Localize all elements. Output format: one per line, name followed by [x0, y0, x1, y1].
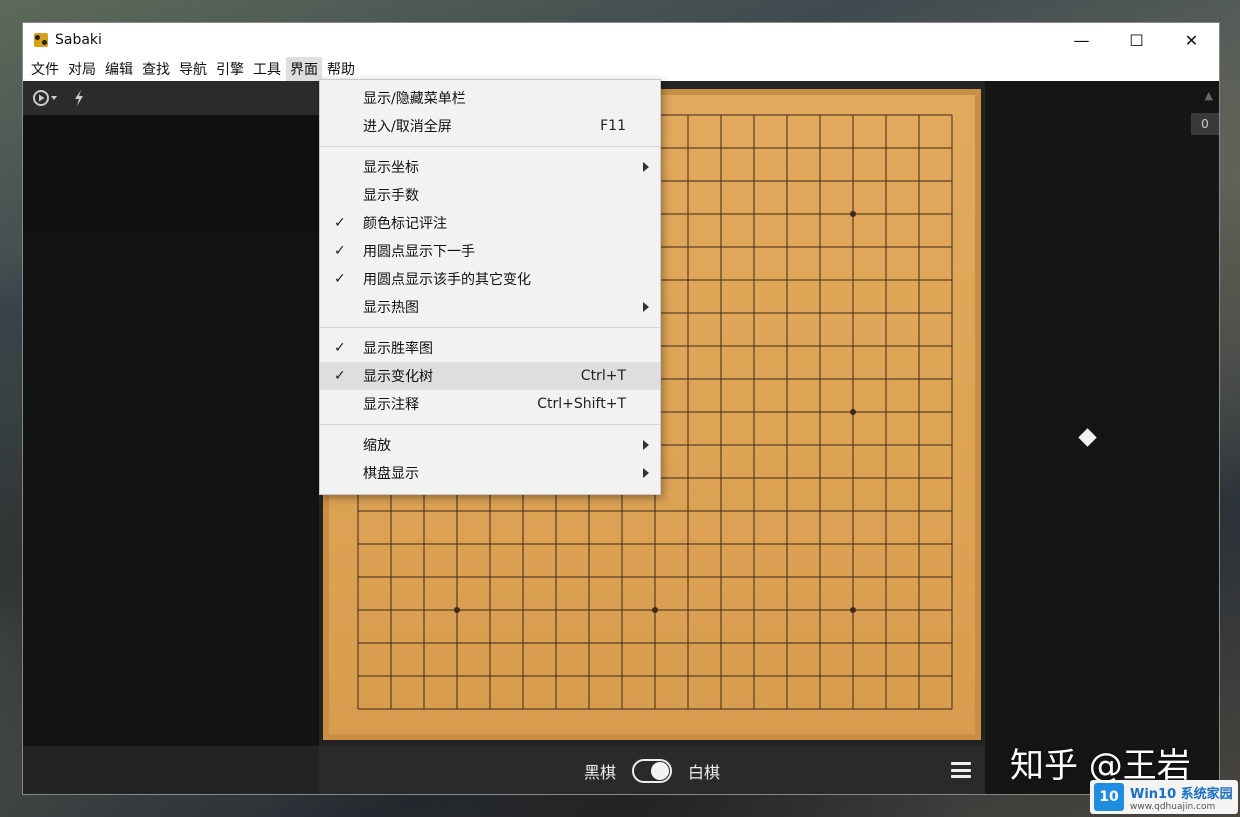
view-menu-item[interactable]: ✓ 用圆点显示该手的其它变化 — [320, 265, 660, 293]
player-toggle[interactable] — [632, 759, 672, 783]
window-controls: — ☐ ✕ — [1054, 23, 1219, 57]
view-menu-item[interactable]: ✓ 显示变化树 Ctrl+T — [320, 362, 660, 390]
submenu-arrow-icon — [643, 302, 649, 312]
menu-separator — [320, 327, 660, 328]
checkmark-icon: ✓ — [334, 340, 346, 356]
view-menu-item[interactable]: ✓ 用圆点显示下一手 — [320, 237, 660, 265]
menu-item-label: 缩放 — [363, 438, 391, 454]
right-sidebar: ▲ 0 — [985, 81, 1219, 794]
left-sidebar — [23, 81, 319, 794]
view-menu-item[interactable]: 显示坐标 — [320, 153, 660, 181]
star-point — [850, 211, 856, 217]
menu-item-label: 进入/取消全屏 — [363, 119, 452, 135]
menu-item-label: 显示手数 — [363, 188, 419, 204]
black-player-label: 黑棋 — [583, 763, 616, 782]
hamburger-menu-icon[interactable] — [951, 762, 971, 778]
checkmark-icon: ✓ — [334, 215, 346, 231]
star-point — [652, 607, 658, 613]
menu-0[interactable]: 文件 — [27, 57, 63, 81]
title-bar: Sabaki — ☐ ✕ — [23, 23, 1219, 57]
menu-separator — [320, 424, 660, 425]
menu-5[interactable]: 引擎 — [212, 57, 248, 81]
view-menu-item[interactable]: ✓ 颜色标记评注 — [320, 209, 660, 237]
view-menu-item[interactable]: 显示注释 Ctrl+Shift+T — [320, 390, 660, 418]
menu-separator — [320, 146, 660, 147]
scroll-up-icon[interactable]: ▲ — [1205, 89, 1213, 102]
view-menu-item[interactable]: 进入/取消全屏 F11 — [320, 112, 660, 140]
view-menu-item[interactable]: 缩放 — [320, 431, 660, 459]
view-menu-item[interactable]: 显示/隐藏菜单栏 — [320, 84, 660, 112]
menu-2[interactable]: 编辑 — [101, 57, 137, 81]
menu-item-label: 显示胜率图 — [363, 341, 433, 357]
window-title: Sabaki — [55, 32, 102, 48]
menu-item-label: 棋盘显示 — [363, 466, 419, 482]
left-footer-bar — [23, 746, 319, 794]
menu-item-label: 颜色标记评注 — [363, 216, 447, 232]
view-menu-item[interactable]: ✓ 显示胜率图 — [320, 334, 660, 362]
checkmark-icon: ✓ — [334, 368, 346, 384]
game-tree-area — [23, 233, 319, 745]
logo-main-text: Win10 系统家园 — [1130, 786, 1233, 802]
lightning-icon[interactable] — [73, 90, 85, 106]
play-engine-icon[interactable] — [33, 90, 59, 106]
star-point — [850, 409, 856, 415]
menu-7[interactable]: 界面 — [286, 57, 322, 81]
site-logo-badge: 10 Win10 系统家园 www.qdhuajin.com — [1090, 780, 1238, 814]
menu-8[interactable]: 帮助 — [323, 57, 359, 81]
engine-output-area — [23, 115, 319, 233]
menu-item-label: 显示/隐藏菜单栏 — [363, 91, 466, 107]
shortcut-label: Ctrl+T — [580, 368, 626, 384]
star-point — [850, 607, 856, 613]
sabaki-app-icon — [34, 33, 48, 47]
shortcut-label: F11 — [600, 118, 626, 134]
menu-item-label: 用圆点显示下一手 — [363, 244, 475, 260]
minimize-button[interactable]: — — [1054, 23, 1109, 57]
move-count-badge: 0 — [1191, 113, 1219, 135]
view-menu-item[interactable]: 显示热图 — [320, 293, 660, 321]
game-tree-node-icon[interactable] — [1078, 428, 1097, 447]
view-menu-item[interactable]: 显示手数 — [320, 181, 660, 209]
submenu-arrow-icon — [643, 468, 649, 478]
checkmark-icon: ✓ — [334, 243, 346, 259]
shortcut-label: Ctrl+Shift+T — [537, 396, 626, 412]
menu-item-label: 显示注释 — [363, 397, 419, 413]
menu-4[interactable]: 导航 — [175, 57, 211, 81]
menu-bar: 文件 对局 编辑 查找 导航 引擎 工具 界面 帮助 — [23, 57, 1219, 81]
menu-item-label: 显示坐标 — [363, 160, 419, 176]
menu-item-label: 显示热图 — [363, 300, 419, 316]
submenu-arrow-icon — [643, 440, 649, 450]
menu-3[interactable]: 查找 — [138, 57, 174, 81]
player-bar: 黑棋 白棋 — [319, 746, 985, 794]
maximize-button[interactable]: ☐ — [1109, 23, 1164, 57]
menu-item-label: 用圆点显示该手的其它变化 — [363, 272, 531, 288]
menu-item-label: 显示变化树 — [363, 369, 433, 385]
win10-logo-icon: 10 — [1094, 783, 1124, 811]
close-button[interactable]: ✕ — [1164, 23, 1219, 57]
white-player-label: 白棋 — [688, 763, 721, 782]
submenu-arrow-icon — [643, 162, 649, 172]
checkmark-icon: ✓ — [334, 271, 346, 287]
logo-sub-text: www.qdhuajin.com — [1130, 801, 1216, 812]
view-menu-item[interactable]: 棋盘显示 — [320, 459, 660, 487]
view-menu-dropdown: 显示/隐藏菜单栏 进入/取消全屏 F11 显示坐标显示手数 ✓ 颜色标记评注 ✓ 用圆点显示下… — [319, 79, 661, 495]
menu-6[interactable]: 工具 — [249, 57, 285, 81]
engine-toolbar — [23, 81, 319, 115]
star-point — [454, 607, 460, 613]
menu-1[interactable]: 对局 — [64, 57, 100, 81]
